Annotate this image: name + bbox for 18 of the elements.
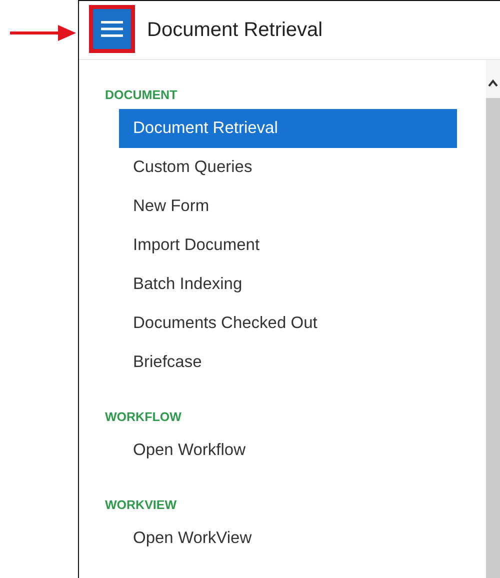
- nav-item[interactable]: Briefcase: [119, 343, 457, 382]
- nav-item[interactable]: Custom Queries: [119, 148, 457, 187]
- page-title: Document Retrieval: [147, 18, 323, 42]
- arrow-icon: [10, 24, 76, 42]
- nav-item[interactable]: Open WorkView: [119, 519, 457, 558]
- caret-up-icon[interactable]: [487, 78, 499, 88]
- menu-button[interactable]: [89, 5, 135, 53]
- nav-item[interactable]: Batch Indexing: [119, 265, 457, 304]
- nav-item[interactable]: New Form: [119, 187, 457, 226]
- section-heading: WORKFLOW: [105, 409, 182, 426]
- section-heading: DOCUMENT: [105, 87, 178, 104]
- scrollbar[interactable]: [486, 60, 500, 578]
- nav-item[interactable]: Open Workflow: [119, 431, 457, 470]
- menu-icon: [101, 21, 123, 37]
- nav-item[interactable]: Import Document: [119, 226, 457, 265]
- nav-item[interactable]: Document Retrieval: [119, 109, 457, 148]
- nav-item[interactable]: Documents Checked Out: [119, 304, 457, 343]
- section-heading: WORKVIEW: [105, 497, 178, 514]
